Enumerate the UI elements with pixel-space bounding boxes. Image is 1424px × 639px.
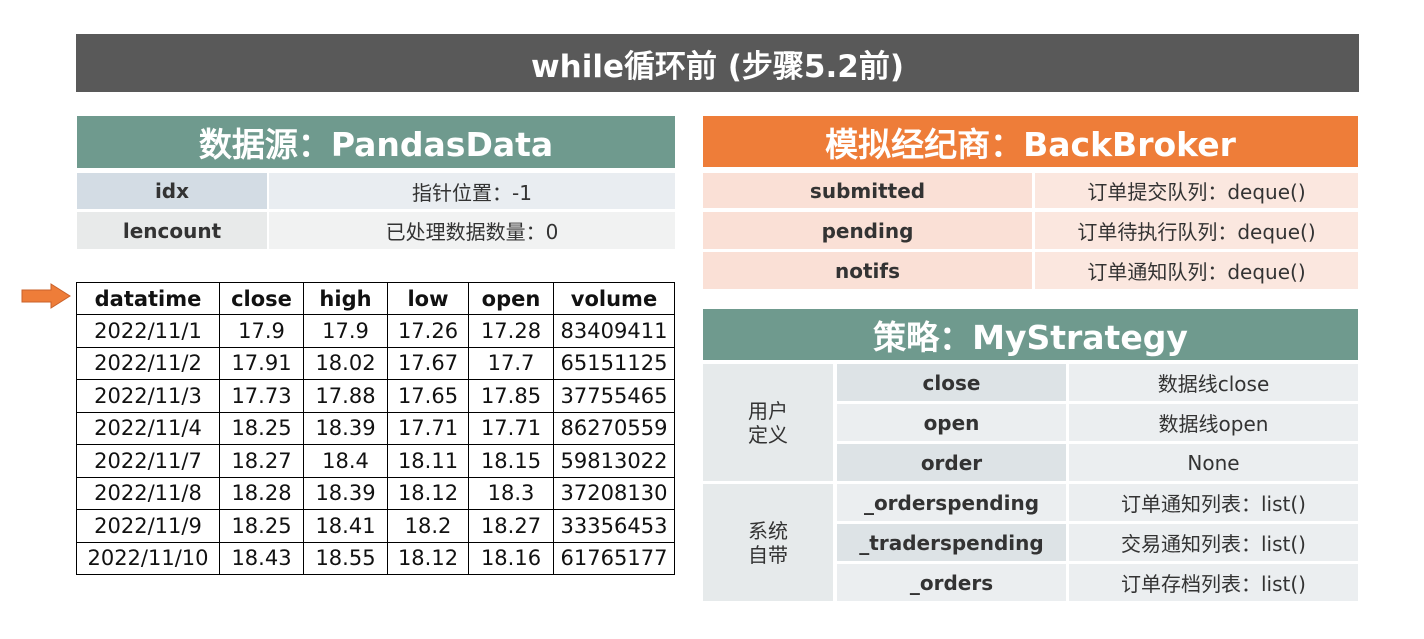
table-row: 2022/11/1 17.9 17.9 17.26 17.28 83409411 — [76, 314, 675, 348]
broker-header: 模拟经纪商：BackBroker — [703, 116, 1358, 167]
strategy-group-system-builtin: 系统 自带 — [703, 484, 833, 601]
table-cell: 18.2 — [387, 509, 469, 543]
table-cell: 83409411 — [553, 314, 675, 348]
table-cell: 17.65 — [387, 379, 469, 413]
table-header-row: datatime close high low open volume — [76, 282, 675, 315]
table-row: 2022/11/9 18.25 18.41 18.2 18.27 3335645… — [76, 509, 675, 543]
strategy-value-orderspending: 订单通知列表：list() — [1069, 484, 1358, 521]
table-cell: 17.28 — [468, 314, 554, 348]
table-cell: 17.88 — [303, 379, 388, 413]
table-cell: 37755465 — [553, 379, 675, 413]
table-cell: 2022/11/4 — [76, 411, 220, 445]
strategy-group-user-defined: 用户 定义 — [703, 364, 833, 481]
table-row: 2022/11/3 17.73 17.88 17.65 17.85 377554… — [76, 379, 675, 413]
strategy-value-orders: 订单存档列表：list() — [1069, 564, 1358, 601]
strategy-key-orderspending: _orderspending — [837, 484, 1066, 521]
table-cell: 17.9 — [219, 314, 304, 348]
strategy-key-order: order — [837, 444, 1066, 481]
group-label-line: 自带 — [748, 542, 788, 567]
table-cell: 61765177 — [553, 541, 675, 575]
data-source-header: 数据源：PandasData — [77, 116, 675, 168]
table-cell: 2022/11/2 — [76, 346, 220, 380]
table-cell: 65151125 — [553, 346, 675, 380]
broker-value-submitted: 订单提交队列：deque() — [1035, 173, 1358, 208]
table-row: 2022/11/2 17.91 18.02 17.67 17.7 6515112… — [76, 346, 675, 380]
table-cell: 33356453 — [553, 509, 675, 543]
table-cell: 17.71 — [468, 411, 554, 445]
column-header: datatime — [76, 282, 220, 315]
broker-value-pending: 订单待执行队列：deque() — [1035, 212, 1358, 249]
column-header: low — [387, 282, 469, 315]
table-cell: 18.41 — [303, 509, 388, 543]
broker-key-notifs: notifs — [703, 252, 1032, 289]
table-cell: 18.39 — [303, 476, 388, 510]
table-cell: 17.85 — [468, 379, 554, 413]
column-header: high — [303, 282, 388, 315]
table-cell: 17.71 — [387, 411, 469, 445]
table-row: 2022/11/7 18.27 18.4 18.11 18.15 5981302… — [76, 444, 675, 478]
right-arrow-icon — [21, 283, 71, 309]
table-cell: 18.27 — [219, 444, 304, 478]
strategy-value-open: 数据线open — [1069, 404, 1358, 441]
table-cell: 2022/11/9 — [76, 509, 220, 543]
table-cell: 18.3 — [468, 476, 554, 510]
table-cell: 18.25 — [219, 509, 304, 543]
price-data-table: datatime close high low open volume 2022… — [76, 282, 675, 575]
column-header: close — [219, 282, 304, 315]
table-cell: 18.4 — [303, 444, 388, 478]
strategy-key-orders: _orders — [837, 564, 1066, 601]
page-title: while循环前 (步骤5.2前) — [76, 34, 1359, 92]
table-cell: 17.26 — [387, 314, 469, 348]
table-cell: 18.27 — [468, 509, 554, 543]
table-cell: 37208130 — [553, 476, 675, 510]
strategy-value-traderspending: 交易通知列表：list() — [1069, 524, 1358, 561]
table-cell: 2022/11/3 — [76, 379, 220, 413]
table-row: 2022/11/4 18.25 18.39 17.71 17.71 862705… — [76, 411, 675, 445]
table-cell: 17.67 — [387, 346, 469, 380]
broker-value-notifs: 订单通知队列：deque() — [1035, 252, 1358, 289]
table-cell: 18.15 — [468, 444, 554, 478]
table-cell: 17.7 — [468, 346, 554, 380]
table-cell: 18.28 — [219, 476, 304, 510]
table-cell: 17.9 — [303, 314, 388, 348]
broker-key-pending: pending — [703, 212, 1032, 249]
broker-key-submitted: submitted — [703, 173, 1032, 208]
table-cell: 2022/11/7 — [76, 444, 220, 478]
table-cell: 18.55 — [303, 541, 388, 575]
strategy-value-close: 数据线close — [1069, 364, 1358, 401]
table-cell: 2022/11/1 — [76, 314, 220, 348]
table-cell: 17.73 — [219, 379, 304, 413]
table-cell: 2022/11/8 — [76, 476, 220, 510]
table-cell: 59813022 — [553, 444, 675, 478]
table-cell: 86270559 — [553, 411, 675, 445]
strategy-key-close: close — [837, 364, 1066, 401]
column-header: open — [468, 282, 554, 315]
group-label-line: 用户 — [748, 398, 788, 423]
table-cell: 18.43 — [219, 541, 304, 575]
group-label-line: 定义 — [748, 422, 788, 447]
table-cell: 18.12 — [387, 541, 469, 575]
data-source-value-lencount: 已处理数据数量：0 — [269, 212, 675, 249]
table-cell: 18.11 — [387, 444, 469, 478]
table-cell: 17.91 — [219, 346, 304, 380]
table-cell: 18.39 — [303, 411, 388, 445]
table-cell: 18.02 — [303, 346, 388, 380]
table-cell: 18.12 — [387, 476, 469, 510]
column-header: volume — [553, 282, 675, 315]
table-row: 2022/11/8 18.28 18.39 18.12 18.3 3720813… — [76, 476, 675, 510]
strategy-key-open: open — [837, 404, 1066, 441]
strategy-key-traderspending: _traderspending — [837, 524, 1066, 561]
data-source-key-lencount: lencount — [77, 212, 267, 249]
table-row: 2022/11/10 18.43 18.55 18.12 18.16 61765… — [76, 541, 675, 575]
group-label-line: 系统 — [748, 518, 788, 543]
data-source-value-idx: 指针位置：-1 — [269, 173, 675, 209]
table-cell: 18.25 — [219, 411, 304, 445]
data-source-key-idx: idx — [77, 173, 267, 209]
strategy-header: 策略：MyStrategy — [703, 309, 1358, 360]
table-cell: 18.16 — [468, 541, 554, 575]
strategy-value-order: None — [1069, 444, 1358, 481]
table-cell: 2022/11/10 — [76, 541, 220, 575]
